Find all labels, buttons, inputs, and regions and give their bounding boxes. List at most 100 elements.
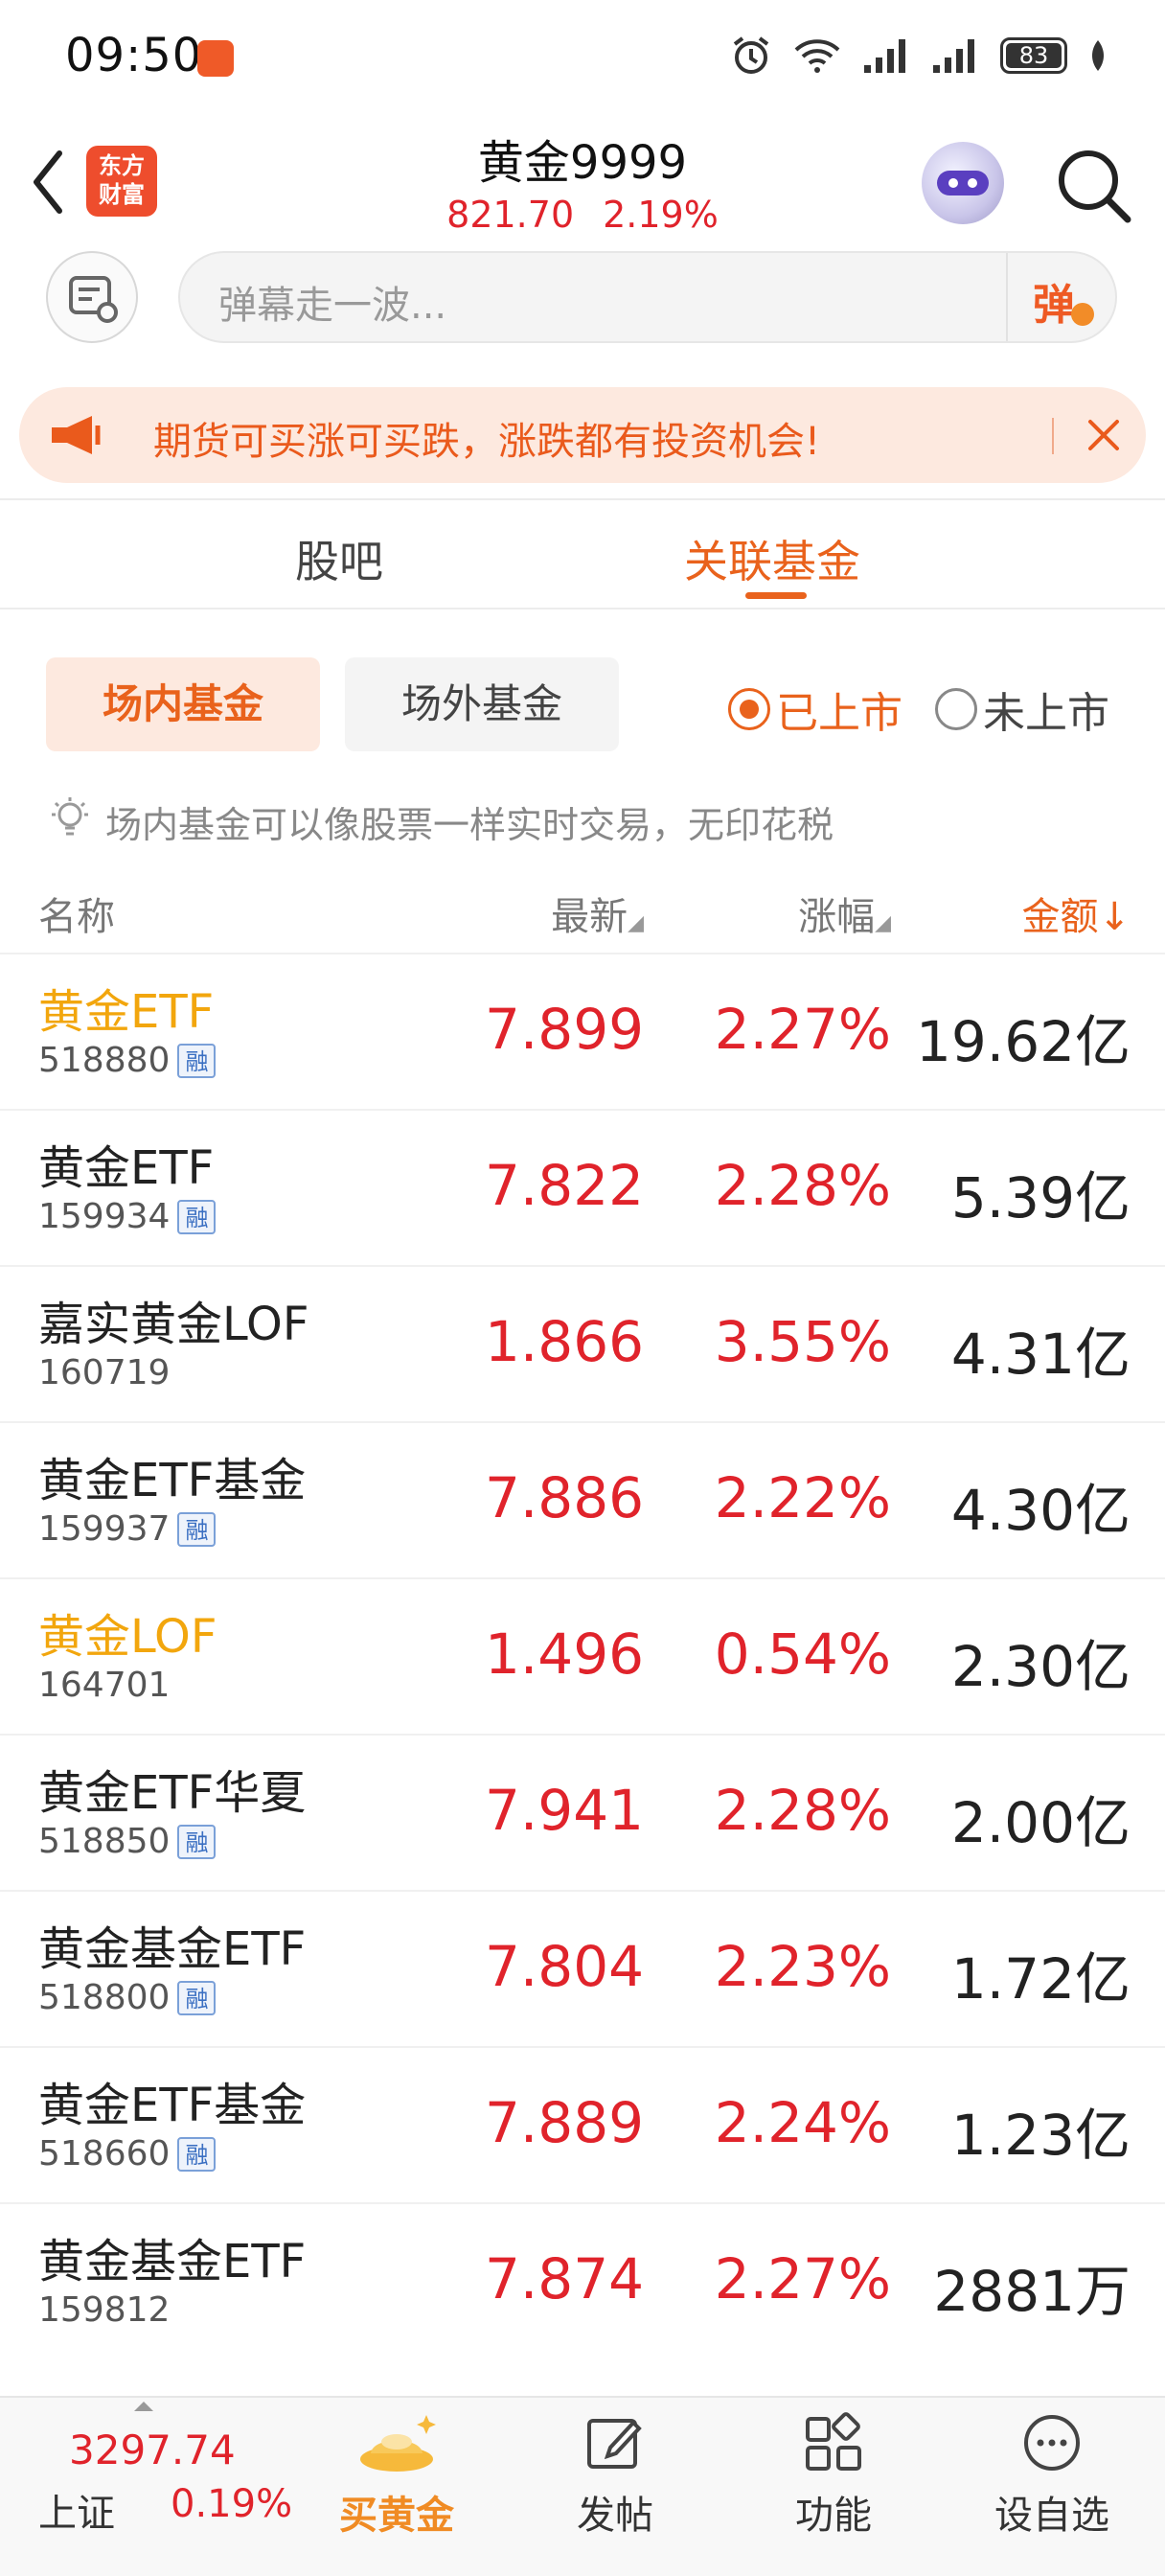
index-value[interactable]: 3297.74: [69, 2426, 236, 2473]
index-name[interactable]: 上证: [38, 2482, 115, 2538]
table-row[interactable]: 嘉实黄金LOF 160719 1.866 3.55% 4.31亿: [0, 1265, 1165, 1421]
signal-icon: [933, 39, 974, 73]
megaphone-icon: [52, 416, 101, 454]
barrage-send-button[interactable]: 弹: [1033, 270, 1075, 332]
fund-name: 黄金LOF: [38, 1610, 217, 1664]
nav-watchlist-label: 设自选: [994, 2494, 1109, 2538]
turnover-amount: 2.30亿: [950, 1634, 1131, 1699]
margin-badge: 融: [177, 1980, 217, 2015]
change-percent: 2.27%: [714, 997, 891, 1062]
radio-unchecked-icon: [935, 688, 977, 730]
nav-buy-gold[interactable]: 买黄金: [320, 2409, 473, 2540]
turnover-amount: 1.23亿: [950, 2103, 1131, 2168]
turnover-amount: 5.39亿: [950, 1165, 1131, 1230]
tab-related-funds[interactable]: 关联基金: [684, 527, 860, 590]
wifi-icon: [794, 39, 840, 73]
status-time: 09:50: [65, 29, 203, 82]
change-percent: 0.54%: [714, 1622, 891, 1687]
index-change[interactable]: 0.19%: [171, 2482, 292, 2526]
nav-post-label: 发帖: [577, 2494, 653, 2538]
check-icon: [1071, 303, 1094, 326]
table-row[interactable]: 黄金ETF华夏 518850 融 7.941 2.28% 2.00亿: [0, 1734, 1165, 1890]
fund-code-line: 159934 融: [38, 1197, 217, 1236]
fund-code-line: 518850 融: [38, 1822, 217, 1861]
column-header-change[interactable]: 涨幅◢: [798, 886, 891, 941]
quote-change: 2.19%: [603, 194, 719, 236]
fund-code: 518660: [38, 2134, 171, 2174]
column-header-change-label: 涨幅: [798, 895, 876, 939]
grid-icon: [806, 2412, 861, 2471]
latest-price: 7.941: [484, 1778, 644, 1843]
turnover-amount: 19.62亿: [915, 1009, 1131, 1074]
margin-badge: 融: [177, 1511, 217, 1547]
tab-active-indicator: [745, 592, 807, 599]
nav-buy-gold-label: 买黄金: [339, 2494, 454, 2538]
quote-price: 821.70: [446, 194, 575, 236]
column-header-amount[interactable]: 金额↓: [1021, 886, 1131, 941]
robot-eye: [948, 178, 958, 188]
promo-banner[interactable]: 期货可买涨可买跌，涨跌都有投资机会!: [19, 387, 1146, 483]
subtab-off-market[interactable]: 场外基金: [345, 657, 619, 751]
latest-price: 7.889: [484, 2090, 644, 2155]
table-row[interactable]: 黄金ETF 518880 融 7.899 2.27% 19.62亿: [0, 953, 1165, 1109]
fund-name: 黄金ETF基金: [38, 2079, 307, 2132]
close-icon[interactable]: [1085, 416, 1123, 454]
nav-post[interactable]: 发帖: [538, 2409, 692, 2540]
signal-icon: [864, 39, 905, 73]
table-row[interactable]: 黄金基金ETF 518800 融 7.804 2.23% 1.72亿: [0, 1890, 1165, 2046]
table-row[interactable]: 黄金ETF基金 518660 融 7.889 2.24% 1.23亿: [0, 2046, 1165, 2202]
fund-name: 黄金ETF: [38, 985, 215, 1039]
tip-text: 场内基金可以像股票一样实时交易，无印花税: [105, 804, 834, 846]
margin-badge: 融: [177, 1824, 217, 1859]
radio-listed[interactable]: 已上市: [728, 678, 902, 740]
turnover-amount: 1.72亿: [950, 1946, 1131, 2012]
radio-unlisted-label: 未上市: [983, 689, 1109, 738]
latest-price: 7.822: [484, 1153, 644, 1218]
fund-code-line: 159937 融: [38, 1509, 217, 1549]
nav-functions[interactable]: 功能: [757, 2409, 910, 2540]
change-percent: 2.28%: [714, 1778, 891, 1843]
tab-guba[interactable]: 股吧: [295, 527, 383, 590]
fund-code: 160719: [38, 1353, 171, 1392]
barrage-settings-button[interactable]: [46, 251, 138, 343]
latest-price: 1.866: [484, 1309, 644, 1374]
latest-price: 7.874: [484, 2246, 644, 2312]
column-header-latest[interactable]: 最新◢: [551, 886, 644, 941]
fund-code: 159937: [38, 1509, 171, 1549]
expand-up-icon[interactable]: [134, 2402, 153, 2411]
barrage-placeholder: 弹幕走一波...: [218, 284, 447, 328]
subtab-in-market[interactable]: 场内基金: [46, 657, 320, 751]
latest-price: 1.496: [484, 1622, 644, 1687]
fund-code: 518880: [38, 1041, 171, 1080]
margin-badge: 融: [177, 1043, 217, 1078]
fund-code-line: 159812: [38, 2290, 170, 2330]
table-row[interactable]: 黄金LOF 164701 1.496 0.54% 2.30亿: [0, 1577, 1165, 1734]
fund-name: 黄金基金ETF: [38, 2235, 307, 2288]
fund-name: 黄金ETF华夏: [38, 1766, 307, 1820]
sort-desc-icon: ↓: [1098, 895, 1131, 939]
table-row[interactable]: 黄金ETF基金 159937 融 7.886 2.22% 4.30亿: [0, 1421, 1165, 1577]
latest-price: 7.899: [484, 997, 644, 1062]
assistant-robot-icon[interactable]: [922, 142, 1004, 224]
fund-name: 黄金ETF: [38, 1141, 215, 1195]
more-icon: [1024, 2415, 1080, 2471]
fund-code: 518800: [38, 1978, 171, 2017]
table-row[interactable]: 黄金基金ETF 159812 7.874 2.27% 2881万: [0, 2202, 1165, 2358]
fund-code-line: 518880 融: [38, 1041, 217, 1080]
change-percent: 2.23%: [714, 1934, 891, 1999]
radio-unlisted[interactable]: 未上市: [935, 678, 1109, 740]
divider: [0, 498, 1165, 500]
promo-text: 期货可买涨可买跌，涨跌都有投资机会!: [153, 420, 821, 464]
barrage-input[interactable]: 弹幕走一波... 弹: [178, 251, 1117, 343]
search-icon[interactable]: [1054, 146, 1134, 226]
table-row[interactable]: 黄金ETF 159934 融 7.822 2.28% 5.39亿: [0, 1109, 1165, 1265]
nav-watchlist[interactable]: 设自选: [975, 2409, 1129, 2540]
fund-code: 159934: [38, 1197, 171, 1236]
robot-eye: [968, 178, 977, 188]
change-percent: 3.55%: [714, 1309, 891, 1374]
lightbulb-icon: [52, 797, 88, 836]
margin-badge: 融: [177, 2136, 217, 2172]
fund-name: 黄金ETF基金: [38, 1454, 307, 1507]
divider: [1052, 418, 1054, 454]
divider: [1006, 253, 1008, 341]
